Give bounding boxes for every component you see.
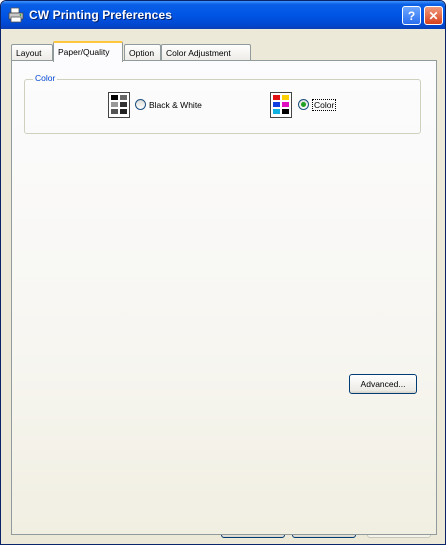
color-label[interactable]: Color bbox=[312, 99, 337, 111]
tab-layout[interactable]: Layout bbox=[11, 44, 53, 61]
black-white-label[interactable]: Black & White bbox=[149, 100, 202, 110]
color-page-icon bbox=[270, 92, 292, 118]
color-groupbox: Color Black & White Color bbox=[24, 73, 421, 134]
title-bar[interactable]: CW Printing Preferences ? ✕ bbox=[1, 1, 445, 29]
printing-preferences-window: CW Printing Preferences ? ✕ Layout Paper… bbox=[0, 0, 446, 545]
color-group-label: Color bbox=[33, 73, 58, 83]
printer-app-icon bbox=[8, 7, 24, 23]
tab-paper-quality[interactable]: Paper/Quality bbox=[53, 41, 123, 62]
help-button[interactable]: ? bbox=[402, 6, 421, 25]
tab-option[interactable]: Option bbox=[124, 44, 161, 61]
close-button[interactable]: ✕ bbox=[424, 6, 443, 25]
advanced-button[interactable]: Advanced... bbox=[349, 374, 417, 394]
black-white-page-icon bbox=[108, 92, 130, 118]
paper-quality-panel: Color Black & White Color Advanced... bbox=[11, 60, 437, 535]
tab-color-adjustment[interactable]: Color Adjustment bbox=[161, 44, 251, 61]
color-radio[interactable] bbox=[298, 99, 309, 110]
window-title: CW Printing Preferences bbox=[29, 8, 173, 22]
dialog-content: Layout Paper/Quality Option Color Adjust… bbox=[4, 29, 442, 543]
black-white-radio[interactable] bbox=[135, 99, 146, 110]
